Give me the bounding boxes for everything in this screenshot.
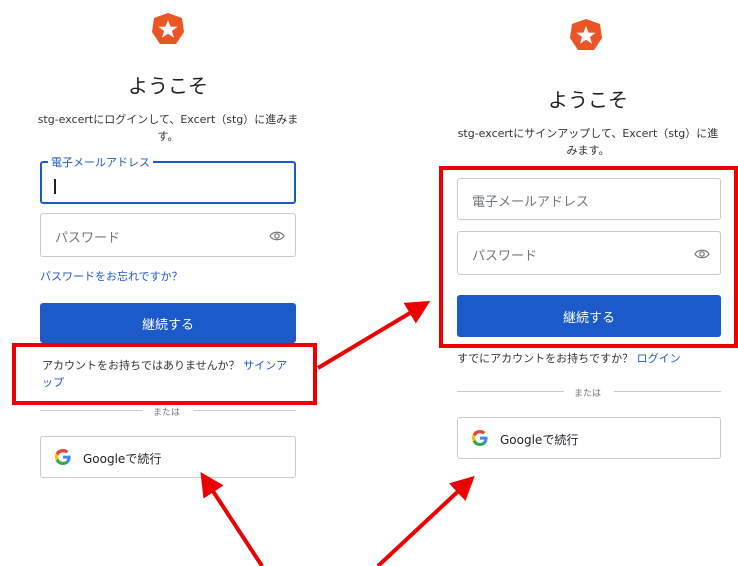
arrow-to-signup-form: [316, 300, 431, 370]
arrow-to-left-google-button: [200, 471, 264, 566]
arrow-to-right-google-button: [376, 475, 475, 566]
annotation-arrows: [200, 300, 475, 566]
